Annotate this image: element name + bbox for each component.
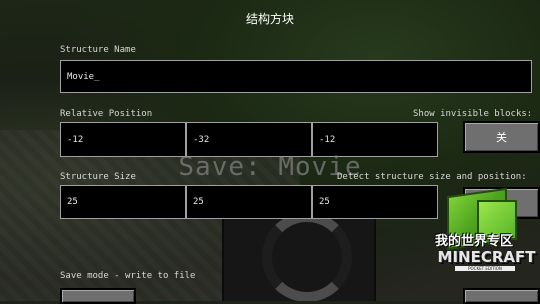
show-invisible-label: Show invisible blocks:	[413, 109, 533, 119]
show-invisible-toggle-button[interactable]: 关	[463, 121, 540, 153]
screen-title: 结构方块	[245, 12, 294, 26]
detect-label: Detect structure size and position:	[337, 172, 527, 182]
logo-cn-text: 我的世界专区	[435, 234, 514, 249]
save-mode-label: Save mode - write to file	[60, 271, 196, 281]
structure-name-input[interactable]: Movie_	[60, 60, 532, 93]
logo-brand-text: MINECRAFT	[437, 248, 536, 266]
structure-size-z-input[interactable]: 25	[312, 185, 438, 219]
logo-edition-text: POCKET EDITION	[455, 266, 515, 271]
save-mode-button[interactable]	[60, 288, 136, 304]
relative-position-label: Relative Position	[60, 109, 153, 119]
structure-size-label: Structure Size	[60, 172, 136, 182]
structure-size-y-input[interactable]: 25	[186, 185, 312, 219]
watermark-logo: 我的世界专区 MINECRAFT POCKET EDITION	[433, 187, 540, 301]
structure-size-x-input[interactable]: 25	[60, 185, 186, 219]
structure-name-label: Structure Name	[60, 45, 136, 55]
